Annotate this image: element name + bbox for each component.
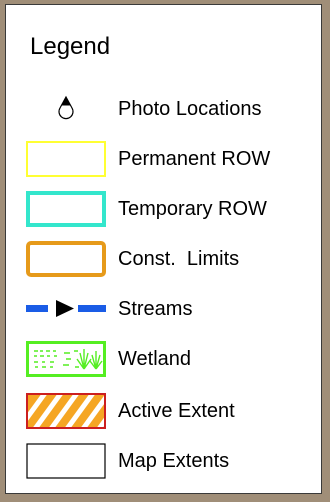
map-legend: Legend Photo Locations Permanent ROW Tem… [5, 4, 322, 494]
wetland-pattern-swatch [26, 341, 106, 377]
legend-item-streams: Streams [6, 291, 321, 327]
legend-item-permanent-row: Permanent ROW [6, 141, 321, 177]
legend-item-label: Const. Limits [118, 248, 240, 270]
legend-item-label: Wetland [118, 348, 192, 370]
legend-item-label: Map Extents [118, 450, 230, 472]
legend-item-label: Active Extent [118, 400, 235, 422]
hatched-fill-swatch [26, 393, 106, 429]
legend-item-map-extents: Map Extents [6, 443, 321, 479]
stream-arrow-icon [26, 291, 106, 327]
photo-marker-icon [26, 91, 106, 127]
legend-item-wetland: Wetland [6, 341, 321, 377]
legend-item-label: Streams [118, 298, 193, 320]
cyan-outline-swatch [26, 191, 106, 227]
legend-item-label: Photo Locations [118, 98, 262, 120]
legend-item-photo-locations: Photo Locations [6, 91, 321, 127]
orange-outline-swatch [26, 241, 106, 277]
legend-item-const-limits: Const. Limits [6, 241, 321, 277]
legend-item-label: Temporary ROW [118, 198, 267, 220]
legend-item-label: Permanent ROW [118, 148, 271, 170]
legend-item-temporary-row: Temporary ROW [6, 191, 321, 227]
legend-title: Legend [30, 33, 111, 60]
yellow-outline-swatch [26, 141, 106, 177]
legend-item-active-extent: Active Extent [6, 393, 321, 429]
black-outline-swatch [26, 443, 106, 479]
